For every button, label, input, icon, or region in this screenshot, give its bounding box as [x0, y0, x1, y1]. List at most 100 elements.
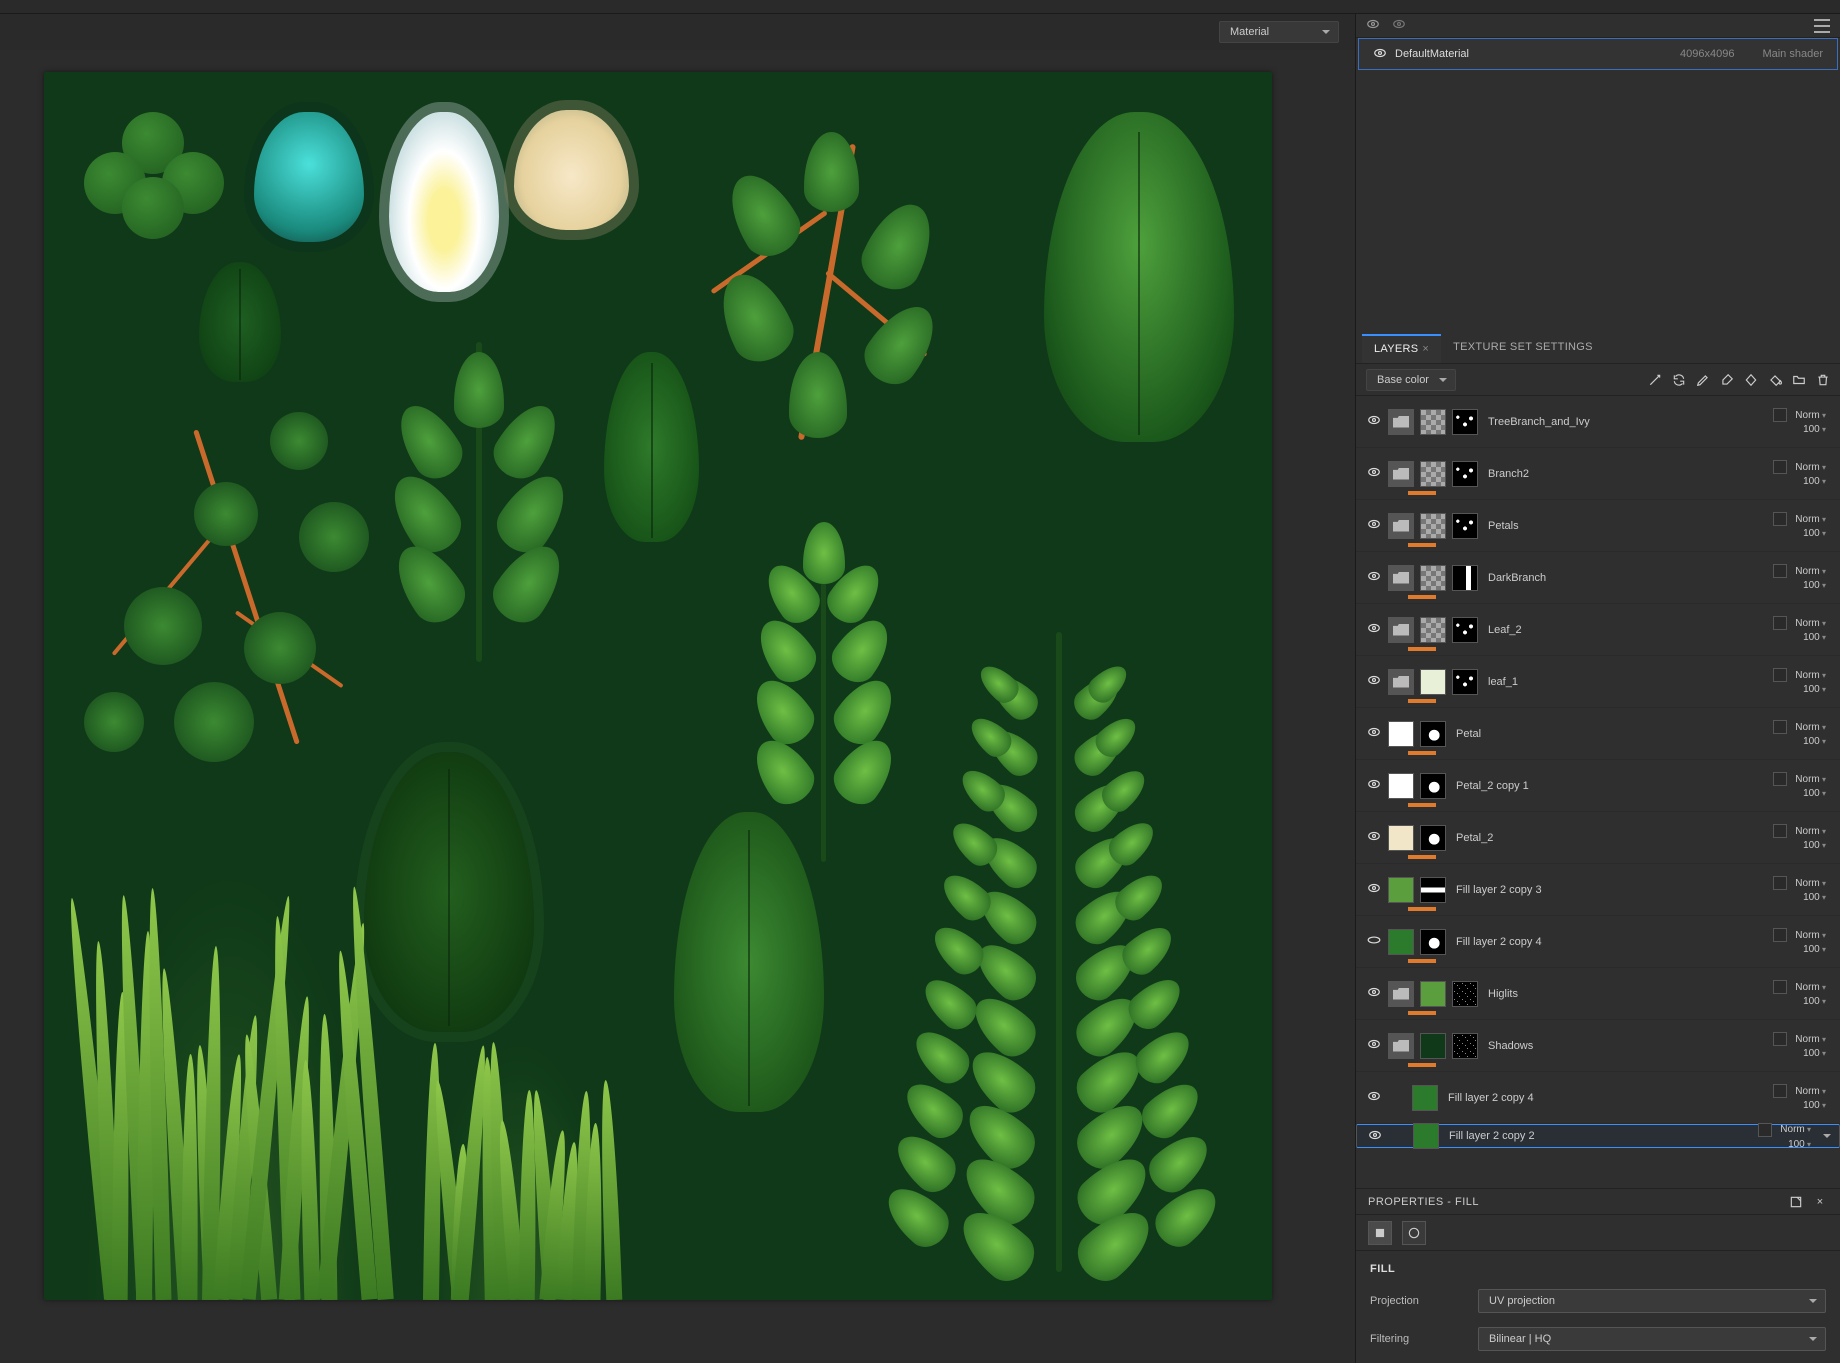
- layer-row[interactable]: Petal_2Norm100: [1356, 812, 1840, 864]
- opacity-dropdown[interactable]: 100: [1788, 1139, 1811, 1150]
- layer-toggle-checkbox[interactable]: [1773, 876, 1787, 890]
- layer-row[interactable]: ShadowsNorm100: [1356, 1020, 1840, 1072]
- layer-toggle-checkbox[interactable]: [1773, 720, 1787, 734]
- layer-row[interactable]: Fill layer 2 copy 4Norm100: [1356, 1072, 1840, 1124]
- eye-icon[interactable]: [1366, 673, 1382, 690]
- opacity-dropdown[interactable]: 100: [1803, 996, 1826, 1007]
- eye-icon[interactable]: [1367, 1128, 1383, 1145]
- opacity-dropdown[interactable]: 100: [1803, 944, 1826, 955]
- blend-mode-dropdown[interactable]: Norm: [1795, 878, 1826, 889]
- diamond-icon[interactable]: [1744, 373, 1758, 387]
- layer-toggle-checkbox[interactable]: [1773, 1084, 1787, 1098]
- layer-row[interactable]: DarkBranchNorm100: [1356, 552, 1840, 604]
- texture-set-row[interactable]: DefaultMaterial 4096x4096 Main shader: [1358, 38, 1838, 70]
- opacity-dropdown[interactable]: 100: [1803, 788, 1826, 799]
- opacity-dropdown[interactable]: 100: [1803, 528, 1826, 539]
- layer-toggle-checkbox[interactable]: [1773, 980, 1787, 994]
- opacity-dropdown[interactable]: 100: [1803, 1100, 1826, 1111]
- blend-mode-dropdown[interactable]: Norm: [1795, 514, 1826, 525]
- opacity-dropdown[interactable]: 100: [1803, 580, 1826, 591]
- blend-mode-dropdown[interactable]: Norm: [1795, 1034, 1826, 1045]
- viewport-3d[interactable]: /*pairs drawn below*/: [0, 50, 1355, 1363]
- folder-icon[interactable]: [1792, 373, 1806, 387]
- eye-icon[interactable]: [1366, 829, 1382, 846]
- layer-row[interactable]: PetalsNorm100: [1356, 500, 1840, 552]
- popout-icon[interactable]: [1788, 1194, 1804, 1210]
- blend-mode-dropdown[interactable]: Norm: [1795, 1086, 1826, 1097]
- layer-row[interactable]: leaf_1Norm100: [1356, 656, 1840, 708]
- blend-mode-dropdown[interactable]: Norm: [1795, 670, 1826, 681]
- eye-icon[interactable]: [1366, 933, 1382, 950]
- eye-icon[interactable]: [1366, 517, 1382, 534]
- filtering-select[interactable]: Bilinear | HQ: [1478, 1327, 1826, 1351]
- channel-dropdown[interactable]: Base color: [1366, 369, 1456, 391]
- layer-toggle-checkbox[interactable]: [1773, 616, 1787, 630]
- texture-canvas[interactable]: /*pairs drawn below*/: [44, 72, 1272, 1300]
- viewport-mode-dropdown[interactable]: Material: [1219, 21, 1339, 43]
- blend-mode-dropdown[interactable]: Norm: [1780, 1124, 1811, 1135]
- layer-toggle-checkbox[interactable]: [1773, 668, 1787, 682]
- opacity-dropdown[interactable]: 100: [1803, 476, 1826, 487]
- layers-list[interactable]: TreeBranch_and_IvyNorm100Branch2Norm100P…: [1356, 396, 1840, 1188]
- trash-icon[interactable]: [1816, 373, 1830, 387]
- blend-mode-dropdown[interactable]: Norm: [1795, 722, 1826, 733]
- opacity-dropdown[interactable]: 100: [1803, 684, 1826, 695]
- opacity-dropdown[interactable]: 100: [1803, 736, 1826, 747]
- layer-row[interactable]: HiglitsNorm100: [1356, 968, 1840, 1020]
- eye-icon[interactable]: [1366, 465, 1382, 482]
- eye-icon[interactable]: [1366, 621, 1382, 638]
- bucket-icon[interactable]: [1768, 373, 1782, 387]
- panel-menu-icon[interactable]: [1814, 19, 1830, 33]
- visibility-toggle-2-icon[interactable]: [1392, 17, 1406, 34]
- blend-mode-dropdown[interactable]: Norm: [1795, 774, 1826, 785]
- eye-icon[interactable]: [1366, 1089, 1382, 1106]
- visibility-toggle-icon[interactable]: [1366, 17, 1380, 34]
- eye-icon[interactable]: [1373, 46, 1387, 63]
- projection-select[interactable]: UV projection: [1478, 1289, 1826, 1313]
- close-properties-icon[interactable]: ×: [1812, 1194, 1828, 1210]
- layer-row[interactable]: Fill layer 2 copy 4Norm100: [1356, 916, 1840, 968]
- close-icon[interactable]: ×: [1422, 343, 1429, 355]
- eye-icon[interactable]: [1366, 985, 1382, 1002]
- blend-mode-dropdown[interactable]: Norm: [1795, 462, 1826, 473]
- blend-mode-dropdown[interactable]: Norm: [1795, 982, 1826, 993]
- opacity-dropdown[interactable]: 100: [1803, 840, 1826, 851]
- tab-texture-set-settings[interactable]: TEXTURE SET SETTINGS: [1441, 334, 1605, 363]
- layer-row[interactable]: Fill layer 2 copy 3Norm100: [1356, 864, 1840, 916]
- layer-row[interactable]: Branch2Norm100: [1356, 448, 1840, 500]
- layer-row[interactable]: Fill layer 2 copy 2Norm100: [1356, 1124, 1840, 1148]
- pen-icon[interactable]: [1696, 373, 1710, 387]
- layer-toggle-checkbox[interactable]: [1758, 1123, 1772, 1137]
- layer-row[interactable]: TreeBranch_and_IvyNorm100: [1356, 396, 1840, 448]
- opacity-dropdown[interactable]: 100: [1803, 632, 1826, 643]
- opacity-dropdown[interactable]: 100: [1803, 1048, 1826, 1059]
- material-tab-icon[interactable]: [1402, 1221, 1426, 1245]
- opacity-dropdown[interactable]: 100: [1803, 424, 1826, 435]
- layer-toggle-checkbox[interactable]: [1773, 772, 1787, 786]
- eye-icon[interactable]: [1366, 1037, 1382, 1054]
- magic-wand-icon[interactable]: [1648, 373, 1662, 387]
- layer-toggle-checkbox[interactable]: [1773, 512, 1787, 526]
- eye-icon[interactable]: [1366, 881, 1382, 898]
- refresh-icon[interactable]: [1672, 373, 1686, 387]
- fill-tab-icon[interactable]: [1368, 1221, 1392, 1245]
- blend-mode-dropdown[interactable]: Norm: [1795, 618, 1826, 629]
- brush-icon[interactable]: [1720, 373, 1734, 387]
- layer-row[interactable]: PetalNorm100: [1356, 708, 1840, 760]
- eye-icon[interactable]: [1366, 413, 1382, 430]
- layer-row[interactable]: Petal_2 copy 1Norm100: [1356, 760, 1840, 812]
- layer-toggle-checkbox[interactable]: [1773, 460, 1787, 474]
- tab-layers[interactable]: LAYERS×: [1362, 334, 1441, 363]
- blend-mode-dropdown[interactable]: Norm: [1795, 410, 1826, 421]
- eye-icon[interactable]: [1366, 777, 1382, 794]
- layer-row[interactable]: Leaf_2Norm100: [1356, 604, 1840, 656]
- eye-icon[interactable]: [1366, 569, 1382, 586]
- opacity-dropdown[interactable]: 100: [1803, 892, 1826, 903]
- eye-icon[interactable]: [1366, 725, 1382, 742]
- blend-mode-dropdown[interactable]: Norm: [1795, 566, 1826, 577]
- blend-mode-dropdown[interactable]: Norm: [1795, 930, 1826, 941]
- layer-toggle-checkbox[interactable]: [1773, 564, 1787, 578]
- layer-toggle-checkbox[interactable]: [1773, 928, 1787, 942]
- blend-mode-dropdown[interactable]: Norm: [1795, 826, 1826, 837]
- layer-toggle-checkbox[interactable]: [1773, 408, 1787, 422]
